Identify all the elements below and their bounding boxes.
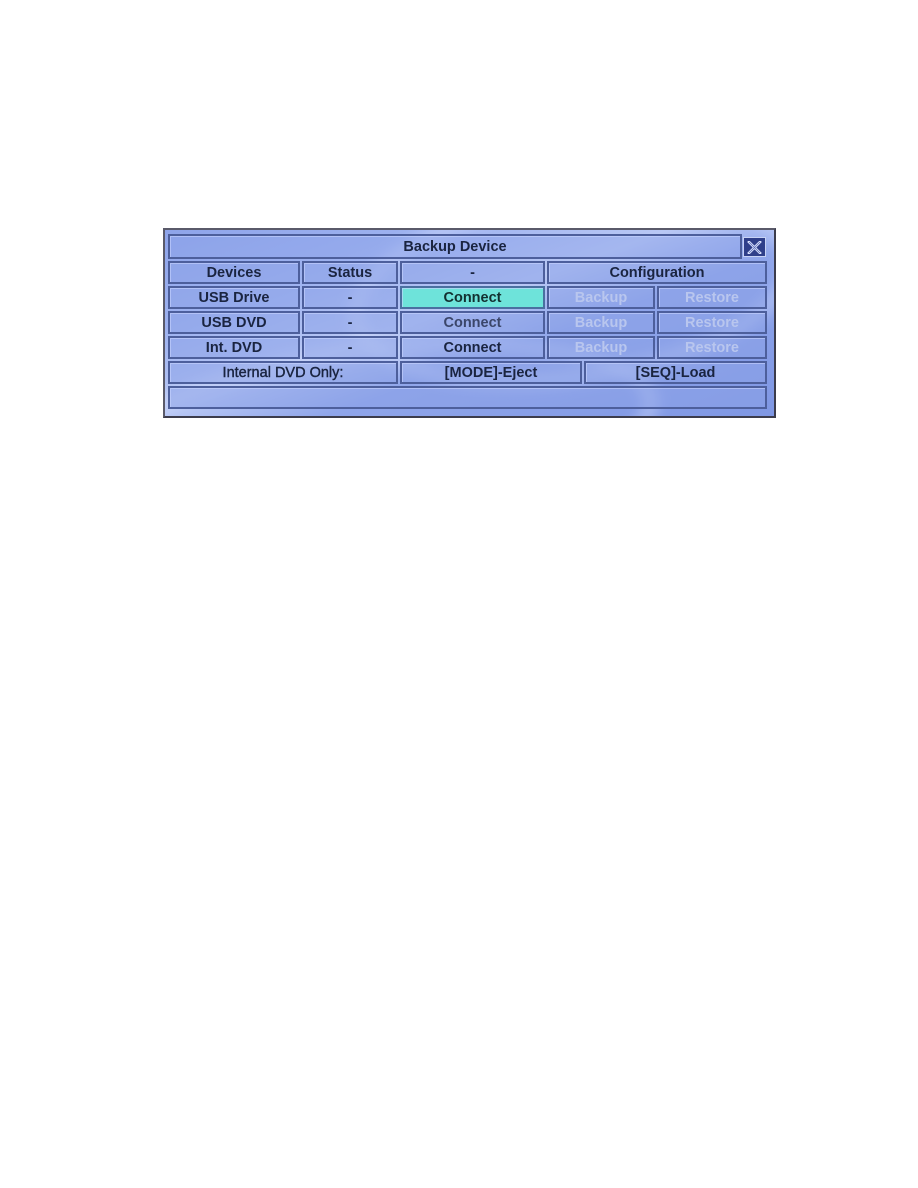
header-devices-text: Devices: [206, 264, 262, 281]
device-status: -: [302, 336, 398, 359]
device-name-usb-dvd: USB DVD: [168, 311, 300, 334]
internal-dvd-only-label: Internal DVD Only:: [168, 361, 398, 384]
load-button[interactable]: [SEQ]-Load: [584, 361, 767, 384]
close-x-icon: [747, 240, 762, 254]
restore-button-label: Restore: [685, 314, 739, 331]
eject-button-label: [MODE]-Eject: [444, 364, 538, 381]
close-button[interactable]: [743, 237, 766, 257]
connect-button-usb-drive[interactable]: Connect: [400, 286, 545, 309]
backup-button-usb-dvd[interactable]: Backup: [547, 311, 655, 334]
restore-button-usb-drive[interactable]: Restore: [657, 286, 767, 309]
connect-button-label: Connect: [443, 314, 502, 331]
connect-button-int-dvd[interactable]: Connect: [400, 336, 545, 359]
device-name-text: Int. DVD: [205, 339, 263, 356]
connect-button-usb-dvd[interactable]: Connect: [400, 311, 545, 334]
header-status: Status: [302, 261, 398, 284]
eject-button[interactable]: [MODE]-Eject: [400, 361, 582, 384]
device-status: -: [302, 286, 398, 309]
connect-button-label: Connect: [443, 289, 502, 306]
device-name-text: USB DVD: [201, 314, 267, 331]
restore-button-int-dvd[interactable]: Restore: [657, 336, 767, 359]
header-status-text: Status: [327, 264, 373, 281]
internal-dvd-only-text: Internal DVD Only:: [222, 364, 344, 381]
header-configuration: Configuration: [547, 261, 767, 284]
device-name-usb-drive: USB Drive: [168, 286, 300, 309]
connect-button-label: Connect: [443, 339, 502, 356]
restore-button-label: Restore: [685, 289, 739, 306]
backup-button-label: Backup: [574, 314, 628, 331]
backup-button-int-dvd[interactable]: Backup: [547, 336, 655, 359]
backup-button-label: Backup: [574, 339, 628, 356]
backup-button-label: Backup: [574, 289, 628, 306]
header-action-text: -: [470, 264, 475, 281]
restore-button-label: Restore: [685, 339, 739, 356]
device-status: -: [302, 311, 398, 334]
header-devices: Devices: [168, 261, 300, 284]
backup-device-dialog: Backup Device Devices Status - Configura…: [163, 228, 776, 418]
restore-button-usb-dvd[interactable]: Restore: [657, 311, 767, 334]
backup-button-usb-drive[interactable]: Backup: [547, 286, 655, 309]
dialog-title: Backup Device: [168, 234, 742, 259]
dialog-title-text: Backup Device: [403, 238, 507, 255]
header-configuration-text: Configuration: [609, 264, 705, 281]
device-status-text: -: [347, 314, 353, 331]
device-status-text: -: [347, 339, 353, 356]
device-name-text: USB Drive: [198, 289, 270, 306]
load-button-label: [SEQ]-Load: [635, 364, 716, 381]
device-name-int-dvd: Int. DVD: [168, 336, 300, 359]
header-action: -: [400, 261, 545, 284]
device-status-text: -: [347, 289, 353, 306]
status-bar: [168, 386, 767, 409]
